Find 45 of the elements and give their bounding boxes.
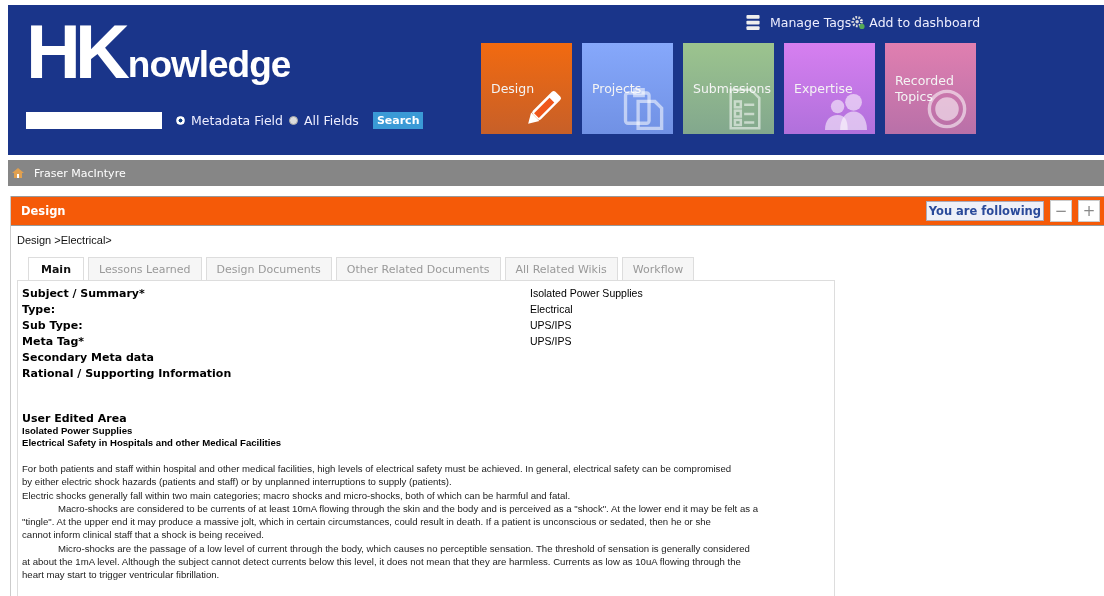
body-paragraph: Micro-shocks are the passage of a low level of current through the body, which causes no perceptible sensation. The threshold of sensation is generally considered at about the 1mA level. Although the subject cannot detect currents below this level, it does not mean that they are harmless. Currents as low as 10uA flowing through the heart may start to trigger ventricular fibrillation. bbox=[22, 541, 751, 582]
subheading: Electrical Safety in Hospitals and other Medical Facilities bbox=[22, 437, 283, 449]
subheading: Isolated Power Supplies bbox=[22, 425, 134, 437]
tab[interactable]: Other Related Documents bbox=[335, 257, 501, 280]
logo: HKnowledge bbox=[26, 17, 292, 87]
header-link[interactable]: Add to dashboard bbox=[851, 15, 981, 30]
tab[interactable]: Main bbox=[28, 257, 84, 280]
user-name: Fraser MacIntyre bbox=[34, 166, 126, 180]
tab[interactable]: Lessons Learned bbox=[88, 257, 202, 280]
category-tile[interactable]: Recorded Topics bbox=[885, 43, 976, 134]
body-paragraph: Macro-shocks are considered to be currents of at least 10mA flowing through the skin and the body and is perceived as a "shock". At the lower end it may be felt as a "tingle". At the upper end it may produce a massive jolt, which in certain circumstances, could result in death. If a patient is unconscious or sedated, then he or she cannot inform clinical staff that a shock is being received. bbox=[22, 501, 760, 542]
panel-toggle-button[interactable]: + bbox=[1078, 200, 1100, 222]
category-tile[interactable]: Design bbox=[481, 43, 572, 134]
home-icon[interactable] bbox=[12, 167, 24, 179]
category-tile[interactable]: Projects bbox=[582, 43, 673, 134]
field-label: Sub Type: bbox=[22, 319, 84, 332]
follow-button[interactable]: You are following bbox=[925, 201, 1044, 221]
breadcrumb: Design >Electrical> bbox=[16, 233, 113, 246]
category-tile[interactable]: Expertise bbox=[784, 43, 875, 134]
section-heading: User Edited Area bbox=[22, 412, 128, 425]
body-paragraph: Electric shocks generally fall within two main categories; macro shocks and micro-shocks, both of which can be harmful and fatal. bbox=[22, 488, 572, 502]
search-button[interactable]: Search bbox=[372, 112, 424, 129]
tab[interactable]: All Related Wikis bbox=[504, 257, 618, 280]
field-label: Rational / Supporting Information bbox=[22, 367, 233, 380]
header-link[interactable]: Manage Tags bbox=[746, 15, 852, 30]
gear-icon bbox=[851, 15, 866, 30]
body-paragraph: For both patients and staff within hospital and other medical facilities, high levels of electrical safety must be achieved. In general, electrical safety can be compromised by either electric shock hazards (patients and staff) or by unplanned interruptions to supply (patients). bbox=[22, 462, 733, 489]
radio-button[interactable] bbox=[289, 116, 299, 125]
panel-toggle-button[interactable]: − bbox=[1050, 200, 1072, 222]
tab[interactable]: Workflow bbox=[621, 257, 695, 280]
field-label: Type: bbox=[22, 303, 57, 316]
field-label: Subject / Summary* bbox=[22, 287, 146, 300]
field-label: Secondary Meta data bbox=[22, 351, 155, 364]
tab[interactable]: Design Documents bbox=[205, 257, 332, 280]
panel-title: Design bbox=[21, 204, 67, 218]
radio-label[interactable]: All Fields bbox=[304, 113, 359, 128]
field-value: UPS/IPS bbox=[530, 335, 573, 348]
field-value: Isolated Power Supplies bbox=[530, 287, 644, 300]
database-icon bbox=[746, 15, 760, 30]
radio-label[interactable]: Metadata Field bbox=[191, 113, 284, 128]
field-label: Meta Tag* bbox=[22, 335, 86, 348]
field-value: Electrical bbox=[530, 303, 574, 316]
category-tile[interactable]: Submissions bbox=[683, 43, 774, 134]
search-field[interactable] bbox=[26, 112, 162, 129]
field-value: UPS/IPS bbox=[530, 319, 573, 332]
